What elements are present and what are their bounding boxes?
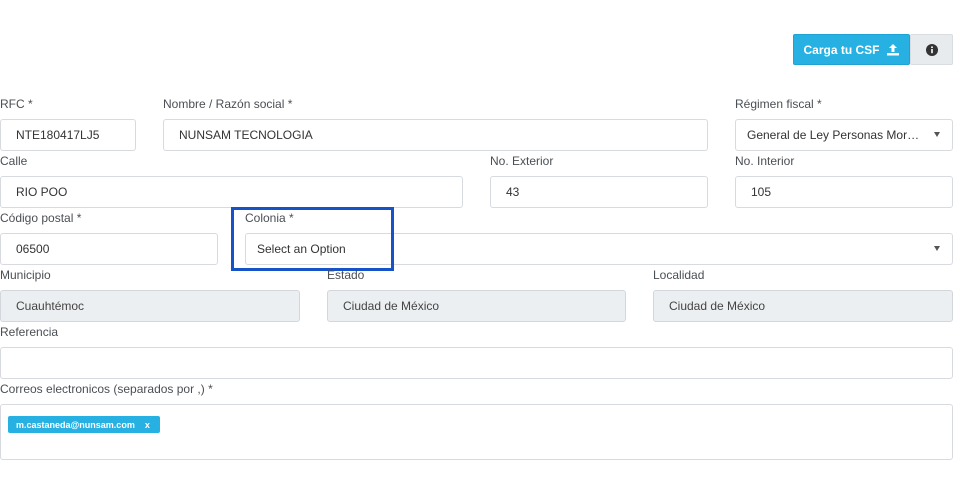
nombre-value: NUNSAM TECNOLOGIA (179, 128, 313, 142)
no-exterior-input[interactable]: 43 (490, 176, 708, 208)
rfc-value: NTE180417LJ5 (16, 128, 100, 142)
municipio-value: Cuauhtémoc (16, 299, 85, 313)
regimen-label: Régimen fiscal * (735, 97, 822, 111)
codigo-postal-input[interactable]: 06500 (0, 233, 218, 265)
upload-icon (886, 43, 900, 56)
estado-value: Ciudad de México (343, 299, 440, 313)
email-tag-text: m.castaneda@nunsam.com (16, 419, 135, 430)
calle-value: RIO POO (16, 185, 68, 199)
nombre-input[interactable]: NUNSAM TECNOLOGIA (163, 119, 708, 151)
no-interior-label: No. Interior (735, 154, 795, 168)
calle-label: Calle (0, 154, 28, 168)
municipio-label: Municipio (0, 268, 51, 282)
localidad-input: Ciudad de México (653, 290, 953, 322)
chevron-down-icon (934, 246, 940, 251)
rfc-label: RFC * (0, 97, 33, 111)
info-button[interactable] (910, 34, 953, 65)
referencia-input[interactable] (0, 347, 953, 379)
estado-input: Ciudad de México (327, 290, 626, 322)
email-tag: m.castaneda@nunsam.com x (8, 416, 160, 433)
codigo-postal-value: 06500 (16, 242, 50, 256)
correos-label: Correos electronicos (separados por ,) * (0, 382, 213, 396)
highlight-box (231, 207, 394, 271)
no-interior-value: 105 (751, 185, 772, 199)
chevron-down-icon (934, 132, 940, 137)
codigo-postal-label: Código postal * (0, 211, 82, 225)
no-exterior-value: 43 (506, 185, 520, 199)
rfc-input[interactable]: NTE180417LJ5 (0, 119, 136, 151)
correos-tags-input[interactable]: m.castaneda@nunsam.com x (0, 404, 953, 460)
nombre-label: Nombre / Razón social * (163, 97, 293, 111)
localidad-value: Ciudad de México (669, 299, 766, 313)
regimen-select[interactable]: General de Ley Personas Mora… (735, 119, 953, 151)
estado-label: Estado (327, 268, 365, 282)
regimen-value: General de Ley Personas Mora… (747, 128, 922, 142)
no-exterior-label: No. Exterior (490, 154, 554, 168)
remove-tag-button[interactable]: x (145, 420, 150, 430)
info-icon (925, 43, 938, 56)
municipio-input: Cuauhtémoc (0, 290, 300, 322)
localidad-label: Localidad (653, 268, 705, 282)
calle-input[interactable]: RIO POO (0, 176, 463, 208)
upload-csf-button[interactable]: Carga tu CSF (793, 34, 910, 65)
upload-csf-label: Carga tu CSF (803, 42, 880, 57)
referencia-label: Referencia (0, 325, 59, 339)
no-interior-input[interactable]: 105 (735, 176, 953, 208)
